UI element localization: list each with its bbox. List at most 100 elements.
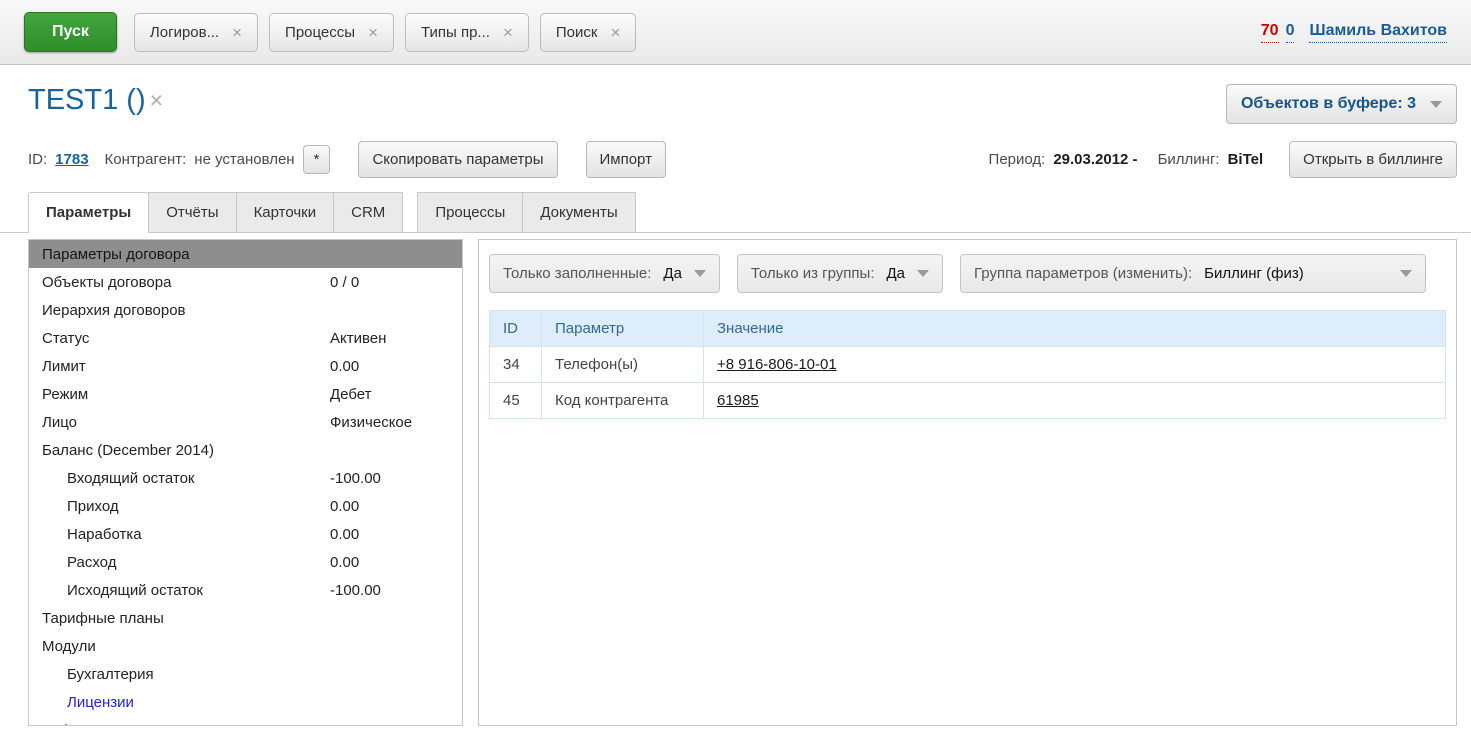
summary-row[interactable]: Режим Дебет xyxy=(29,380,462,408)
contractor-label: Контрагент: xyxy=(105,151,187,168)
summary-row-value: 0.00 xyxy=(330,554,359,571)
param-value-cell: 61985 xyxy=(704,383,1446,419)
tab-label: Отчёты xyxy=(166,204,218,221)
billing-value: BiTel xyxy=(1228,151,1264,168)
summary-row[interactable]: Баланс (December 2014) xyxy=(29,436,462,464)
summary-row[interactable]: Модули xyxy=(29,632,462,660)
close-icon[interactable]: × xyxy=(232,24,242,41)
summary-row-label: Тарифные планы xyxy=(42,610,330,627)
summary-row[interactable]: Web xyxy=(29,716,462,726)
parameters-table-header: ID Параметр Значение xyxy=(490,311,1446,347)
filter-dropdown[interactable]: Группа параметров (изменить): Биллинг (ф… xyxy=(960,254,1426,293)
session-tab[interactable]: Логиров... × xyxy=(134,13,258,52)
close-icon[interactable]: × xyxy=(368,24,378,41)
summary-row[interactable]: Исходящий остаток -100.00 xyxy=(29,576,462,604)
content-area: Параметры договора Объекты договора 0 / … xyxy=(0,233,1471,726)
summary-row[interactable]: Статус Активен xyxy=(29,324,462,352)
period-value: 29.03.2012 - xyxy=(1053,151,1137,168)
buffer-dropdown-button[interactable]: Объектов в буфере: 3 xyxy=(1226,84,1457,124)
summary-row[interactable]: Расход 0.00 xyxy=(29,548,462,576)
session-tab[interactable]: Процессы × xyxy=(269,13,394,52)
filter-dropdown[interactable]: Только заполненные: Да xyxy=(489,254,720,293)
close-icon[interactable]: × xyxy=(503,24,513,41)
column-header-value: Значение xyxy=(704,311,1446,347)
session-tab-label: Поиск xyxy=(556,24,598,41)
open-in-billing-button[interactable]: Открыть в биллинге xyxy=(1289,141,1457,178)
tab[interactable]: CRM xyxy=(333,192,403,232)
contract-summary-panel: Параметры договора Объекты договора 0 / … xyxy=(28,239,463,726)
filter-value: Биллинг (физ) xyxy=(1204,265,1304,282)
tab[interactable]: Отчёты xyxy=(148,192,236,232)
user-menu[interactable]: Шамиль Вахитов xyxy=(1309,22,1447,43)
parameters-panel: Только заполненные: Да Только из группы:… xyxy=(478,239,1457,726)
session-tab[interactable]: Поиск × xyxy=(540,13,637,52)
table-row: 34 Телефон(ы) +8 916-806-10-01 xyxy=(490,347,1446,383)
session-tab[interactable]: Типы пр... × xyxy=(405,13,529,52)
buffer-dropdown-label: Объектов в буфере: 3 xyxy=(1241,95,1416,113)
blue-counter[interactable]: 0 xyxy=(1286,22,1295,43)
summary-row-value: Дебет xyxy=(330,386,371,403)
summary-row-label: Статус xyxy=(42,330,330,347)
tab-label: CRM xyxy=(351,204,385,221)
contract-id-link[interactable]: 1783 xyxy=(55,151,88,168)
filter-value: Да xyxy=(887,265,906,282)
chevron-down-icon xyxy=(917,270,929,277)
param-id-cell: 45 xyxy=(490,383,542,419)
summary-row[interactable]: Приход 0.00 xyxy=(29,492,462,520)
tab[interactable]: Процессы xyxy=(417,192,523,232)
start-button[interactable]: Пуск xyxy=(24,12,117,52)
contractor-value: не установлен xyxy=(194,151,294,168)
tab-label: Карточки xyxy=(254,204,317,221)
filter-dropdown[interactable]: Только из группы: Да xyxy=(737,254,943,293)
summary-row[interactable]: Иерархия договоров xyxy=(29,296,462,324)
summary-row-value: 0.00 xyxy=(330,358,359,375)
main-tabs: Параметры Отчёты Карточки CRM Процессы Д… xyxy=(0,192,1471,233)
summary-row-label: Лицензии xyxy=(42,694,330,711)
summary-row[interactable]: Параметры договора xyxy=(29,240,462,268)
filters-row: Только заполненные: Да Только из группы:… xyxy=(479,240,1456,303)
param-id-cell: 34 xyxy=(490,347,542,383)
tab[interactable]: Параметры xyxy=(28,192,149,233)
param-name-cell: Телефон(ы) xyxy=(542,347,704,383)
summary-row[interactable]: Тарифные планы xyxy=(29,604,462,632)
summary-row-label: Иерархия договоров xyxy=(42,302,330,319)
summary-row[interactable]: Объекты договора 0 / 0 xyxy=(29,268,462,296)
info-bar-right: Период: 29.03.2012 - Биллинг: BiTel Откр… xyxy=(989,141,1457,178)
param-value-cell: +8 916-806-10-01 xyxy=(704,347,1446,383)
filter-label: Только из группы: xyxy=(751,265,875,282)
summary-row-value: -100.00 xyxy=(330,470,381,487)
tab[interactable]: Документы xyxy=(522,192,635,232)
summary-row-label: Наработка xyxy=(42,526,330,543)
summary-row-label: Расход xyxy=(42,554,330,571)
copy-params-button[interactable]: Скопировать параметры xyxy=(358,141,557,178)
summary-row[interactable]: Входящий остаток -100.00 xyxy=(29,464,462,492)
summary-row[interactable]: Лицензии xyxy=(29,688,462,716)
summary-row-label: Режим xyxy=(42,386,330,403)
close-icon[interactable]: × xyxy=(150,87,163,114)
import-button[interactable]: Импорт xyxy=(586,141,666,178)
close-icon[interactable]: × xyxy=(610,24,620,41)
tab-label: Процессы xyxy=(435,204,505,221)
summary-row[interactable]: Лимит 0.00 xyxy=(29,352,462,380)
summary-row[interactable]: Наработка 0.00 xyxy=(29,520,462,548)
parameters-table: ID Параметр Значение 34 Телефон(ы) +8 91… xyxy=(489,310,1446,419)
param-value-link[interactable]: +8 916-806-10-01 xyxy=(717,356,837,373)
star-button[interactable]: * xyxy=(303,145,331,174)
tab-label: Документы xyxy=(540,204,617,221)
summary-row-value: 0.00 xyxy=(330,526,359,543)
summary-row-label: Исходящий остаток xyxy=(42,582,330,599)
summary-row-label: Объекты договора xyxy=(42,274,330,291)
filter-value: Да xyxy=(663,265,682,282)
red-counter[interactable]: 70 xyxy=(1261,22,1279,43)
tab[interactable]: Карточки xyxy=(236,192,335,232)
summary-row-label: Входящий остаток xyxy=(42,470,330,487)
param-value-link[interactable]: 61985 xyxy=(717,392,759,409)
summary-row-value: 0.00 xyxy=(330,498,359,515)
top-bar: Пуск Логиров... × Процессы × Типы пр... … xyxy=(0,0,1471,65)
summary-row[interactable]: Лицо Физическое xyxy=(29,408,462,436)
summary-row-label: Лимит xyxy=(42,358,330,375)
filter-label: Только заполненные: xyxy=(503,265,651,282)
summary-row[interactable]: Бухгалтерия xyxy=(29,660,462,688)
column-header-id: ID xyxy=(490,311,542,347)
summary-row-label: Бухгалтерия xyxy=(42,666,330,683)
